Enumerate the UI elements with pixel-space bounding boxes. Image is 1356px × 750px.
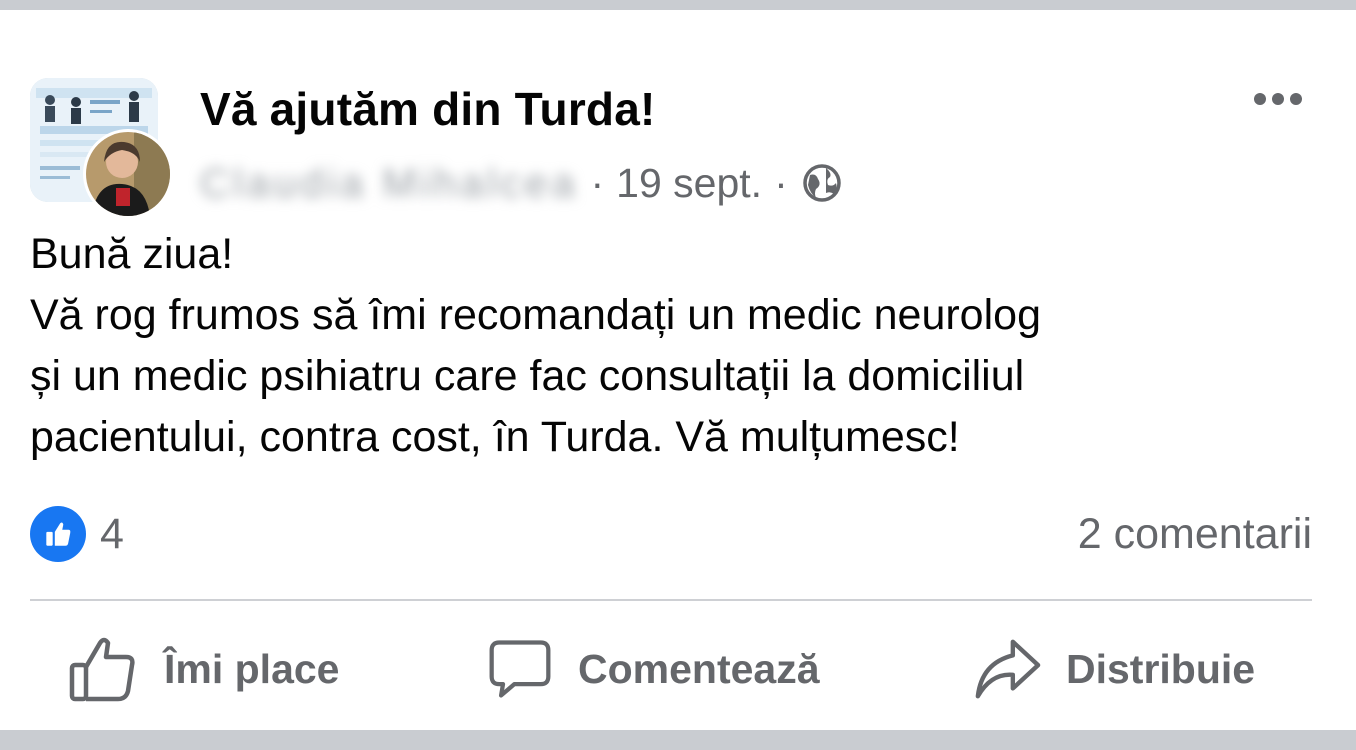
like-count: 4: [100, 509, 124, 558]
like-button[interactable]: Îmi place: [68, 632, 339, 706]
author-name[interactable]: Claudia Mihalcea: [200, 160, 579, 207]
more-options-icon[interactable]: [1248, 84, 1308, 114]
post-text-line: pacientului, contra cost, în Turda. Vă m…: [30, 413, 960, 461]
speech-bubble-icon: [489, 640, 551, 698]
globe-icon[interactable]: [800, 161, 844, 205]
thumbs-up-icon: [69, 637, 135, 702]
group-name[interactable]: Vă ajutăm din Turda!: [200, 82, 656, 136]
author-photo: [86, 132, 170, 216]
author-avatar[interactable]: [86, 132, 170, 216]
comment-button[interactable]: Comentează: [486, 632, 820, 706]
post-body: Bună ziua! Vă rog frumos să îmi recomand…: [30, 224, 1330, 468]
comment-count[interactable]: 2 comentarii: [1078, 510, 1312, 559]
meta-separator: ·: [590, 159, 605, 206]
reactions-summary[interactable]: 4: [30, 506, 124, 562]
like-button-label: Îmi place: [164, 645, 340, 692]
post-date[interactable]: 19 sept.: [616, 160, 762, 207]
meta-separator: ·: [774, 159, 788, 206]
divider: [30, 599, 1312, 601]
share-arrow-icon: [975, 639, 1041, 699]
comment-button-label: Comentează: [578, 645, 820, 692]
post-text-line: Bună ziua!: [30, 230, 234, 278]
post-meta: Claudia Mihalcea · 19 sept. ·: [200, 158, 844, 208]
post-text-line: și un medic psihiatru care fac consultaț…: [30, 352, 1025, 400]
dot: [1272, 93, 1284, 105]
post-card: Vă ajutăm din Turda! Claudia Mihalcea · …: [0, 10, 1356, 730]
like-reaction-icon: [30, 506, 86, 562]
feed-separator: [0, 730, 1356, 750]
share-button-label: Distribuie: [1066, 645, 1256, 692]
share-button[interactable]: Distribuie: [972, 632, 1255, 706]
dot: [1254, 93, 1266, 105]
post-text-line: Vă rog frumos să îmi recomandați un medi…: [30, 291, 1041, 339]
dot: [1290, 93, 1302, 105]
